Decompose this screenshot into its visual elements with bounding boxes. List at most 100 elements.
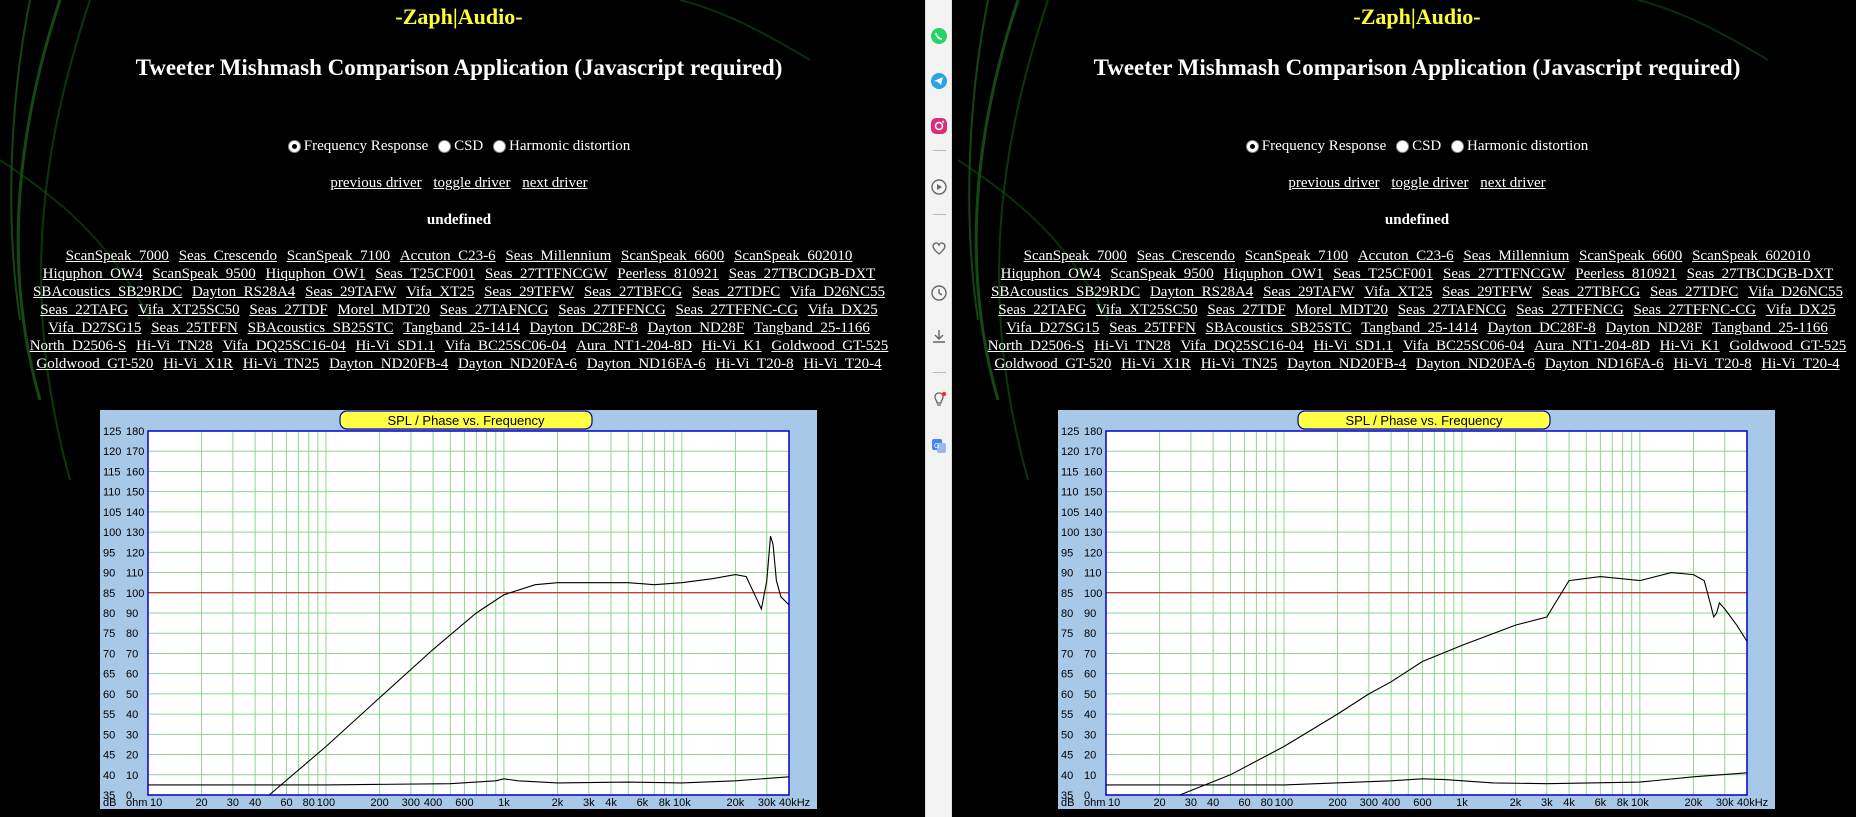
driver-link[interactable]: Seas_Crescendo <box>1137 248 1235 264</box>
driver-link[interactable]: Hi-Vi_K1 <box>702 338 762 354</box>
driver-link[interactable]: Dayton_ND20FB-4 <box>329 356 448 372</box>
driver-link[interactable]: Aura_NT1-204-8D <box>576 338 692 354</box>
driver-link[interactable]: Hi-Vi_TN25 <box>243 356 320 372</box>
radio-button-icon[interactable] <box>493 140 506 153</box>
history-clock-icon[interactable] <box>929 283 949 303</box>
driver-link[interactable]: Seas_Millennium <box>505 248 611 264</box>
driver-link[interactable]: Goldwood_GT-525 <box>771 338 888 354</box>
driver-link[interactable]: Hi-Vi_T20-8 <box>1673 356 1751 372</box>
driver-link[interactable]: Vifa_D27SG15 <box>1006 320 1099 336</box>
download-icon[interactable] <box>929 326 949 346</box>
heart-icon[interactable] <box>929 238 949 258</box>
whatsapp-icon[interactable] <box>929 26 949 46</box>
driver-link[interactable]: Vifa_XT25 <box>1364 284 1432 300</box>
radio-button-icon[interactable] <box>1396 140 1410 153</box>
driver-link[interactable]: Hi-Vi_K1 <box>1660 338 1720 354</box>
driver-link[interactable]: Hi-Vi_TN28 <box>1094 338 1171 354</box>
driver-link[interactable]: ScanSpeak_9500 <box>152 266 255 282</box>
radio-button-icon[interactable] <box>287 140 301 153</box>
driver-link[interactable]: Dayton_ND16FA-6 <box>1545 356 1664 372</box>
site-logo[interactable]: -Zaph|Audio- <box>958 4 1856 30</box>
driver-link[interactable]: Hi-Vi_T20-4 <box>1761 356 1839 372</box>
driver-link[interactable]: Dayton_DC28F-8 <box>1487 320 1595 336</box>
radio-button-icon[interactable] <box>1451 140 1464 153</box>
driver-link[interactable]: Hi-Vi_TN28 <box>136 338 213 354</box>
driver-link[interactable]: Vifa_DX25 <box>1766 302 1836 318</box>
driver-link[interactable]: ScanSpeak_602010 <box>1692 248 1810 264</box>
driver-link[interactable]: Seas_27TFFNC-CG <box>1634 302 1757 318</box>
lightbulb-icon[interactable] <box>929 390 949 410</box>
driver-link[interactable]: ScanSpeak_6600 <box>621 248 724 264</box>
driver-link[interactable]: ScanSpeak_602010 <box>734 248 852 264</box>
radio-csd[interactable]: CSD <box>1396 138 1441 155</box>
driver-link[interactable]: SBAcoustics_SB29RDC <box>33 284 182 300</box>
driver-link[interactable]: Accuton_C23-6 <box>1358 248 1454 264</box>
driver-link[interactable]: Vifa_D26NC55 <box>790 284 885 300</box>
radio-frequency-response[interactable]: Frequency Response <box>1245 138 1386 155</box>
radio-harmonic-distortion[interactable]: Harmonic distortion <box>1451 138 1588 155</box>
instagram-icon[interactable] <box>929 116 949 136</box>
driver-link[interactable]: Hiquphon_OW1 <box>1223 266 1323 282</box>
driver-link[interactable]: Seas_27TBCDGB-DXT <box>1687 266 1834 282</box>
driver-link[interactable]: Seas_27TFFNCG <box>1516 302 1624 318</box>
driver-link[interactable]: Seas_22TAFG <box>998 302 1086 318</box>
driver-link[interactable]: Seas_27TDF <box>1207 302 1285 318</box>
driver-link[interactable]: ScanSpeak_6600 <box>1579 248 1682 264</box>
driver-link[interactable]: Seas_27TBCDGB-DXT <box>729 266 876 282</box>
toggle-driver-link[interactable]: toggle driver <box>1391 175 1468 191</box>
driver-link[interactable]: Seas_T25CF001 <box>375 266 475 282</box>
driver-link[interactable]: Seas_27TBFCG <box>584 284 682 300</box>
driver-link[interactable]: Hiquphon_OW4 <box>43 266 143 282</box>
driver-link[interactable]: Dayton_RS28A4 <box>192 284 295 300</box>
radio-button-icon[interactable] <box>1245 140 1259 153</box>
driver-link[interactable]: Seas_22TAFG <box>40 302 128 318</box>
driver-link[interactable]: Tangband_25-1166 <box>1712 320 1828 336</box>
driver-link[interactable]: Dayton_DC28F-8 <box>529 320 637 336</box>
driver-link[interactable]: Vifa_D26NC55 <box>1748 284 1843 300</box>
driver-link[interactable]: Seas_27TAFNCG <box>1398 302 1507 318</box>
driver-link[interactable]: Tangband_25-1166 <box>754 320 870 336</box>
driver-link[interactable]: Seas_T25CF001 <box>1333 266 1433 282</box>
driver-link[interactable]: Dayton_ND20FA-6 <box>1416 356 1535 372</box>
radio-frequency-response[interactable]: Frequency Response <box>287 138 428 155</box>
driver-link[interactable]: Morel_MDT20 <box>337 302 430 318</box>
driver-link[interactable]: North_D2506-S <box>988 338 1085 354</box>
driver-link[interactable]: Seas_29TFFW <box>484 284 574 300</box>
driver-link[interactable]: Dayton_ND16FA-6 <box>587 356 706 372</box>
driver-link[interactable]: SBAcoustics_SB29RDC <box>991 284 1140 300</box>
radio-csd[interactable]: CSD <box>438 138 483 155</box>
driver-link[interactable]: Seas_27TAFNCG <box>440 302 549 318</box>
driver-link[interactable]: Seas_29TFFW <box>1442 284 1532 300</box>
driver-link[interactable]: Morel_MDT20 <box>1295 302 1388 318</box>
driver-link[interactable]: Seas_27TDFC <box>1650 284 1738 300</box>
driver-link[interactable]: Hi-Vi_X1R <box>163 356 233 372</box>
driver-link[interactable]: Vifa_BC25SC06-04 <box>445 338 567 354</box>
toggle-driver-link[interactable]: toggle driver <box>433 175 510 191</box>
driver-link[interactable]: Aura_NT1-204-8D <box>1534 338 1650 354</box>
driver-link[interactable]: Dayton_RS28A4 <box>1150 284 1253 300</box>
player-icon[interactable] <box>929 177 949 197</box>
driver-link[interactable]: Seas_27TBFCG <box>1542 284 1640 300</box>
driver-link[interactable]: Vifa_DX25 <box>808 302 878 318</box>
driver-link[interactable]: ScanSpeak_7000 <box>1024 248 1127 264</box>
driver-link[interactable]: Tangband_25-1414 <box>1361 320 1477 336</box>
previous-driver-link[interactable]: previous driver <box>330 175 421 191</box>
driver-link[interactable]: Hi-Vi_T20-4 <box>803 356 881 372</box>
driver-link[interactable]: Vifa_D27SG15 <box>48 320 141 336</box>
driver-link[interactable]: Seas_29TAFW <box>1263 284 1354 300</box>
driver-link[interactable]: North_D2506-S <box>30 338 127 354</box>
driver-link[interactable]: Seas_27TDF <box>249 302 327 318</box>
driver-link[interactable]: Seas_27TFFNCG <box>558 302 666 318</box>
driver-link[interactable]: Seas_25TFFN <box>1109 320 1196 336</box>
next-driver-link[interactable]: next driver <box>522 175 587 191</box>
driver-link[interactable]: Seas_29TAFW <box>305 284 396 300</box>
driver-link[interactable]: Hiquphon_OW1 <box>265 266 365 282</box>
driver-link[interactable]: Hi-Vi_SD1.1 <box>355 338 435 354</box>
driver-link[interactable]: Goldwood_GT-520 <box>36 356 153 372</box>
driver-link[interactable]: Tangband_25-1414 <box>403 320 519 336</box>
driver-link[interactable]: SBAcoustics_SB25STC <box>248 320 394 336</box>
telegram-icon[interactable] <box>929 71 949 91</box>
driver-link[interactable]: Hi-Vi_T20-8 <box>715 356 793 372</box>
driver-link[interactable]: Dayton_ND20FB-4 <box>1287 356 1406 372</box>
driver-link[interactable]: Vifa_XT25 <box>406 284 474 300</box>
